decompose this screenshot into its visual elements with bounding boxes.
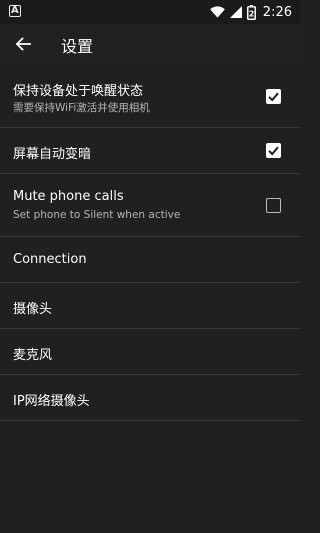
back-button[interactable] [8, 30, 38, 58]
cell-signal-icon [229, 6, 242, 18]
notification-icon: A [9, 5, 21, 17]
battery-icon: 2 [246, 4, 256, 20]
battery-level-text: 2 [249, 9, 255, 18]
setting-label: 麦克风 [13, 348, 53, 363]
app-bar: 设置 [0, 24, 300, 64]
setting-ip-camera[interactable]: IP网络摄像头 [0, 375, 300, 421]
arrow-left-icon [15, 37, 31, 51]
checkmark-icon [268, 146, 279, 156]
settings-list: 保持设备处于唤醒状态 需要保持WiFi激活并使用相机 屏幕自动变暗 Mute p… [0, 65, 300, 421]
auto-dim-checkbox[interactable] [266, 143, 281, 158]
status-icons: 2 2:26 [209, 2, 292, 22]
setting-microphone[interactable]: 麦克风 [0, 329, 300, 375]
mute-calls-checkbox[interactable] [266, 198, 281, 213]
page-title: 设置 [61, 37, 94, 56]
setting-label: Mute phone calls [13, 189, 124, 204]
setting-label: Connection [13, 252, 87, 267]
setting-label: 屏幕自动变暗 [13, 147, 92, 162]
status-time: 2:26 [262, 4, 292, 20]
setting-mute-calls[interactable]: Mute phone calls Set phone to Silent whe… [0, 174, 300, 237]
status-bar: A 2 2:26 [0, 0, 300, 24]
setting-summary: Set phone to Silent when active [13, 209, 181, 221]
setting-auto-dim[interactable]: 屏幕自动变暗 [0, 128, 300, 174]
setting-label: 摄像头 [13, 302, 53, 317]
setting-summary: 需要保持WiFi激活并使用相机 [13, 102, 150, 114]
wifi-icon [209, 6, 225, 18]
checkmark-icon [268, 92, 279, 102]
setting-label: 保持设备处于唤醒状态 [13, 84, 144, 99]
setting-connection[interactable]: Connection [0, 237, 300, 283]
keep-awake-checkbox[interactable] [266, 89, 281, 104]
setting-label: IP网络摄像头 [13, 394, 90, 409]
setting-camera[interactable]: 摄像头 [0, 283, 300, 329]
setting-keep-awake[interactable]: 保持设备处于唤醒状态 需要保持WiFi激活并使用相机 [0, 65, 300, 128]
